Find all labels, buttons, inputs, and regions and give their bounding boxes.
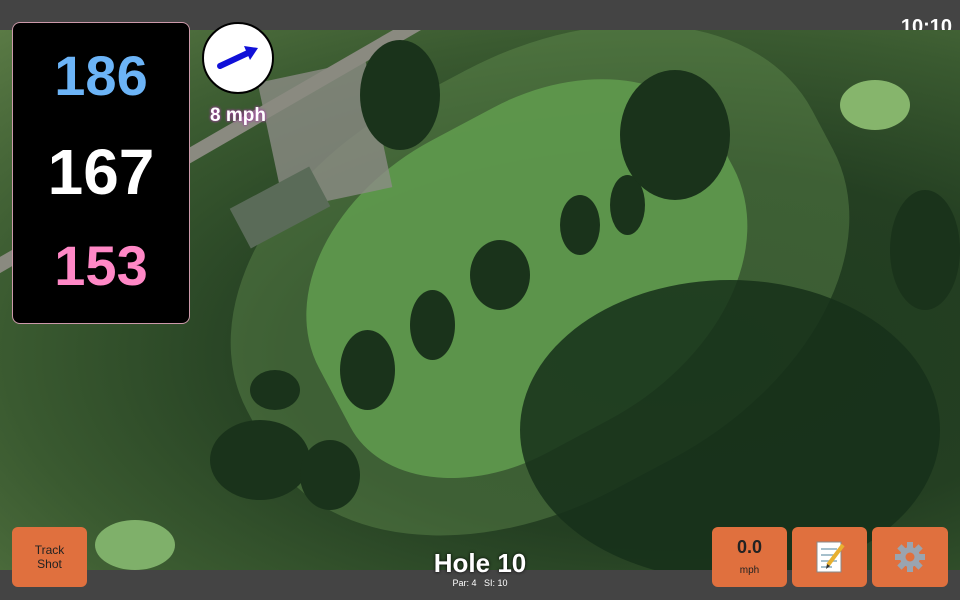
tree bbox=[890, 190, 960, 310]
speed-button[interactable]: 0.0 mph bbox=[712, 527, 787, 587]
tree bbox=[250, 370, 300, 410]
tree bbox=[470, 240, 530, 310]
tree bbox=[360, 40, 440, 150]
settings-button[interactable] bbox=[872, 527, 948, 587]
green-bottom-left bbox=[95, 520, 175, 570]
gear-icon bbox=[895, 542, 925, 572]
wind-speed: 8 mph bbox=[210, 105, 266, 126]
track-shot-label-line1: Track bbox=[34, 543, 65, 557]
back-yardage: 186 bbox=[54, 44, 148, 107]
middle-yardage: 167 bbox=[47, 136, 155, 208]
stroke-index-label: SI: 10 bbox=[484, 578, 508, 588]
front-yardage: 153 bbox=[54, 234, 148, 297]
tree bbox=[340, 330, 395, 410]
wind-arrow-icon bbox=[217, 46, 258, 69]
track-shot-button[interactable]: Track Shot bbox=[12, 527, 87, 587]
tree bbox=[560, 195, 600, 255]
tree bbox=[410, 290, 455, 360]
notes-button[interactable] bbox=[792, 527, 867, 587]
notepad-icon bbox=[816, 541, 845, 573]
par-label: Par: 4 bbox=[452, 578, 477, 588]
hole-title: Hole 10 bbox=[433, 548, 527, 578]
green-top-right bbox=[840, 80, 910, 130]
tree bbox=[300, 440, 360, 510]
tree bbox=[620, 70, 730, 200]
speed-value: 0.0 bbox=[736, 537, 763, 557]
yardage-panel: 186 167 153 bbox=[12, 22, 190, 324]
hole-info: Par: 4 SI: 10 bbox=[405, 578, 555, 588]
track-shot-label-line2: Shot bbox=[37, 557, 62, 571]
speed-unit: mph bbox=[739, 565, 760, 576]
tree bbox=[210, 420, 310, 500]
wind-indicator[interactable] bbox=[202, 22, 274, 94]
